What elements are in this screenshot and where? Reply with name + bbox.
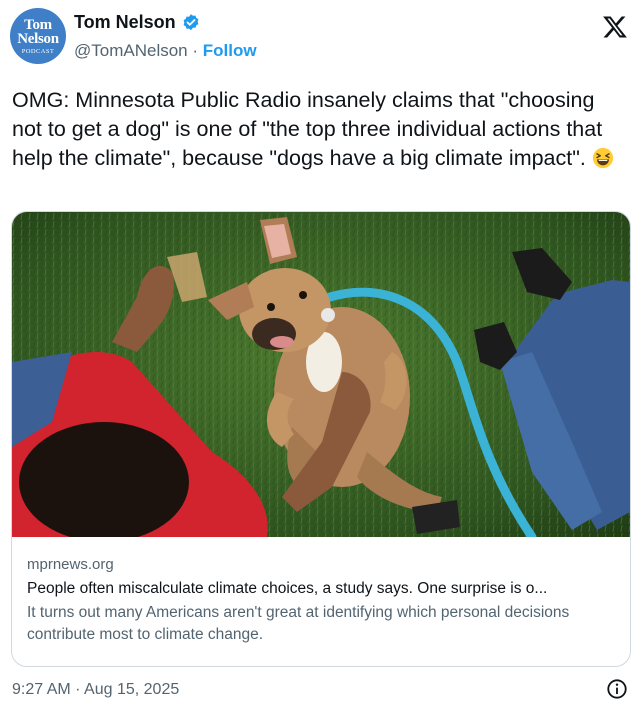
author-handle[interactable]: @TomANelson [74, 41, 188, 60]
link-card[interactable]: mprnews.org People often miscalculate cl… [11, 211, 631, 667]
author-avatar[interactable]: Tom Nelson PODCAST [10, 8, 66, 64]
author-name[interactable]: Tom Nelson [74, 12, 176, 33]
x-logo-icon[interactable] [602, 14, 628, 40]
avatar-text-line2: Nelson [17, 30, 59, 47]
grinning-squinting-face-emoji-icon [592, 147, 613, 169]
handle-separator: · [192, 41, 199, 60]
follow-button[interactable]: Follow [203, 41, 257, 60]
card-domain: mprnews.org [27, 556, 114, 573]
card-description: It turns out many Americans aren't great… [27, 604, 570, 643]
author-handle-row: @TomANelson · Follow [74, 41, 257, 61]
info-icon[interactable] [606, 678, 628, 700]
avatar-text-line1: Tom [24, 16, 52, 33]
tweet-text: OMG: Minnesota Public Radio insanely cla… [12, 86, 624, 173]
author-name-row: Tom Nelson [74, 12, 201, 33]
card-image-dog-photo[interactable] [12, 212, 630, 537]
card-meta[interactable]: mprnews.org People often miscalculate cl… [27, 556, 618, 646]
tweet-timestamp[interactable]: 9:27 AM · Aug 15, 2025 [12, 681, 179, 699]
avatar-text-line3: PODCAST [21, 47, 55, 55]
verified-badge-icon [183, 13, 199, 30]
tweet-body: OMG: Minnesota Public Radio insanely cla… [12, 88, 603, 170]
card-title[interactable]: People often miscalculate climate choice… [27, 580, 619, 598]
